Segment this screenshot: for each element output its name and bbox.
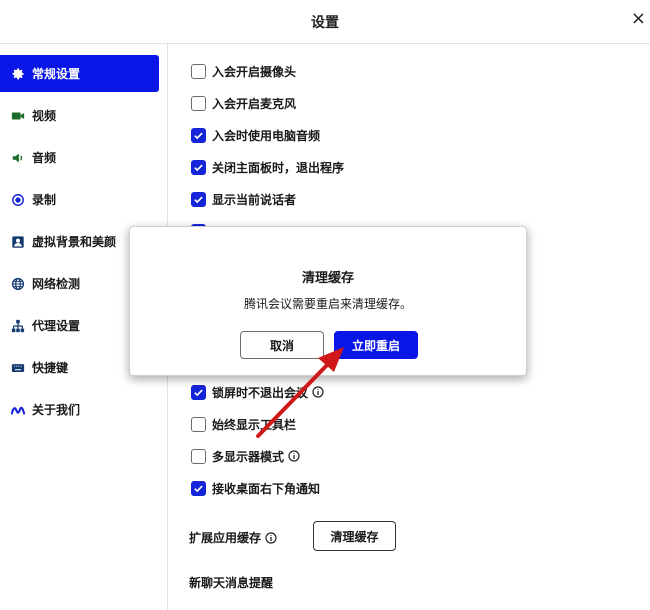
sidebar-item-label: 音频 (32, 151, 57, 165)
sidebar-item-audio[interactable]: 音频 (0, 139, 159, 176)
dialog-title: 清理缓存 (301, 271, 354, 286)
option-label: 关闭主面板时，退出程序 (212, 160, 345, 175)
sidebar-item-label: 网络检测 (32, 277, 81, 291)
option-camera-on-join[interactable]: 入会开启摄像头 (191, 61, 296, 81)
option-multi-monitor[interactable]: 多显示器模式 (191, 446, 300, 466)
restart-now-button[interactable]: 立即重启 (334, 331, 418, 359)
sidebar-item-general[interactable]: 常规设置 (0, 55, 159, 92)
settings-window: 设置 × 常规设置 视频 音频 录制 虚拟背景和美颜 网络检测 代理设置 快捷键… (0, 0, 650, 610)
option-label: 显示当前说话者 (212, 192, 297, 207)
check-icon (194, 484, 203, 492)
option-label: 始终显示工具栏 (212, 417, 297, 432)
option-always-show-toolbar[interactable]: 始终显示工具栏 (191, 414, 296, 434)
info-icon[interactable] (265, 531, 277, 544)
portrait-icon (11, 235, 25, 249)
check-icon (194, 131, 203, 139)
sidebar-item-label: 快捷键 (32, 361, 69, 375)
sidebar-item-video[interactable]: 视频 (0, 97, 159, 134)
sidebar-item-about[interactable]: 关于我们 (0, 391, 159, 428)
option-label: 接收桌面右下角通知 (212, 481, 321, 496)
option-mic-on-join[interactable]: 入会开启麦克风 (191, 93, 296, 113)
sidebar-item-label: 常规设置 (32, 67, 81, 81)
checkbox-checked[interactable] (191, 191, 206, 207)
keyboard-icon (11, 361, 25, 375)
info-icon[interactable] (312, 386, 324, 398)
option-label: 入会时使用电脑音频 (212, 128, 321, 143)
option-label: 锁屏时不退出会议 (212, 385, 309, 400)
info-icon[interactable] (288, 450, 300, 462)
video-icon (11, 109, 25, 123)
check-icon (194, 388, 203, 396)
title-bar: 设置 × (0, 0, 650, 44)
sidebar-item-label: 关于我们 (32, 403, 81, 417)
clear-cache-button[interactable]: 清理缓存 (313, 521, 396, 551)
sidebar-item-label: 视频 (32, 109, 57, 123)
option-show-speaker[interactable]: 显示当前说话者 (191, 189, 296, 209)
option-label: 多显示器模式 (212, 449, 285, 464)
checkbox-unchecked[interactable] (191, 448, 206, 464)
option-exit-on-close[interactable]: 关闭主面板时，退出程序 (191, 157, 344, 177)
option-stay-on-lock[interactable]: 锁屏时不退出会议 (191, 382, 324, 402)
option-label: 入会开启摄像头 (212, 64, 297, 79)
gear-icon (11, 67, 25, 81)
sidebar-item-label: 代理设置 (32, 319, 81, 333)
checkbox-unchecked[interactable] (191, 416, 206, 432)
sidebar-item-record[interactable]: 录制 (0, 181, 159, 218)
option-desktop-notify[interactable]: 接收桌面右下角通知 (191, 478, 320, 498)
chat-notify-label: 新聊天消息提醒 (189, 576, 274, 590)
checkbox-checked[interactable] (191, 159, 206, 175)
speaker-icon (11, 151, 25, 165)
globe-icon (11, 277, 25, 291)
checkbox-checked[interactable] (191, 480, 206, 496)
dialog-message: 腾讯会议需要重启来清理缓存。 (243, 297, 412, 311)
check-icon (194, 163, 203, 171)
cancel-button[interactable]: 取消 (240, 331, 324, 359)
logo-icon (11, 403, 25, 417)
checkbox-checked[interactable] (191, 127, 206, 143)
checkbox-unchecked[interactable] (191, 63, 206, 79)
extension-cache-label: 扩展应用缓存 (189, 529, 277, 546)
record-icon (11, 193, 25, 207)
window-title: 设置 (311, 15, 339, 31)
sidebar-item-label: 虚拟背景和美颜 (32, 235, 117, 249)
option-computer-audio[interactable]: 入会时使用电脑音频 (191, 125, 320, 145)
checkbox-unchecked[interactable] (191, 95, 206, 111)
clear-cache-dialog: 清理缓存 腾讯会议需要重启来清理缓存。 取消 立即重启 (129, 226, 527, 376)
check-icon (194, 195, 203, 203)
option-label: 入会开启麦克风 (212, 96, 297, 111)
close-icon[interactable]: × (631, 10, 646, 28)
network-icon (11, 319, 25, 333)
sidebar-item-label: 录制 (32, 193, 57, 207)
checkbox-checked[interactable] (191, 384, 206, 400)
